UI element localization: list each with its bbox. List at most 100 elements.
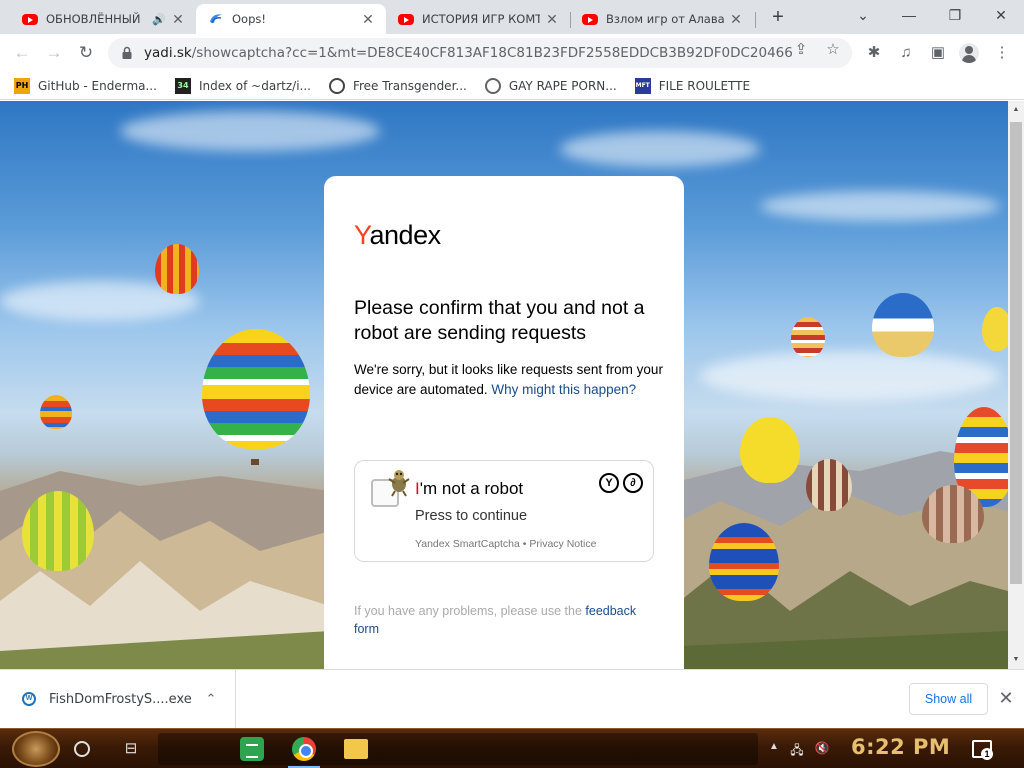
google-sheets-icon[interactable] xyxy=(240,737,264,761)
ph-icon: PH xyxy=(14,77,30,94)
problems-note: If you have any problems, please use the… xyxy=(354,602,654,638)
captcha-card: Yandex Please confirm that you and not a… xyxy=(324,176,684,669)
tab-title: ИСТОРИЯ ИГР КОМТ xyxy=(422,12,540,26)
bookmark-transgender[interactable]: Free Transgender... xyxy=(328,77,467,94)
bookmark-label: Index of ~dartz/i... xyxy=(198,78,311,93)
scrollbar-thumb[interactable] xyxy=(1010,122,1022,584)
close-downloads-icon[interactable]: ✕ xyxy=(996,686,1016,710)
network-icon[interactable]: 🖧 xyxy=(789,741,805,757)
cloud xyxy=(120,111,380,151)
cloud xyxy=(760,191,1000,221)
windows-taskbar: ⊟ ▲ 🖧 🔇 6:22 PM 1 xyxy=(0,728,1024,768)
hot-air-balloon xyxy=(872,293,934,357)
reload-button[interactable]: ↻ xyxy=(74,41,98,65)
file-roulette-icon: MFT xyxy=(634,77,651,94)
not-robot-rest: 'm not a robot xyxy=(419,479,524,498)
cloud xyxy=(700,351,1000,401)
youtube-icon xyxy=(582,14,598,25)
mask-icon xyxy=(328,77,345,94)
smartcaptcha-widget[interactable]: I'm not a robot Press to continue Yandex… xyxy=(354,460,654,562)
download-file-name: FishDomFrostyS....exe xyxy=(49,691,192,707)
address-url[interactable]: yadi.sk/showcaptcha?cc=1&mt=DE8CE40CF813… xyxy=(144,45,794,61)
profile-avatar-icon[interactable] xyxy=(959,43,979,63)
hot-air-balloon xyxy=(202,329,310,449)
task-view-icon[interactable]: ⊟ xyxy=(120,739,142,759)
new-tab-button[interactable]: + xyxy=(768,7,788,28)
youtube-icon xyxy=(398,14,414,25)
bookmark-github[interactable]: PH GitHub - Enderma... xyxy=(14,77,157,94)
tab-title: Взлом игр от Алавар xyxy=(606,12,724,26)
bookmark-star-icon[interactable]: ☆ xyxy=(824,41,842,59)
scroll-up-arrow-icon[interactable]: ▲ xyxy=(1012,106,1020,113)
page-title: Please confirm that you and not a robot … xyxy=(354,297,645,344)
chrome-icon[interactable] xyxy=(292,737,316,761)
tab-title: ОБНОВЛЁННЫЙ xyxy=(46,12,141,26)
hot-air-balloon xyxy=(791,317,825,357)
press-to-continue: Press to continue xyxy=(415,508,528,524)
tab-youtube-3[interactable]: Взлом игр от Алавар ✕ xyxy=(570,4,754,34)
show-all-button[interactable]: Show all xyxy=(909,683,988,715)
yandex-logo: Yandex xyxy=(354,220,441,251)
audio-badge-icon[interactable]: ∂ xyxy=(623,473,643,493)
bookmark-globe[interactable]: GAY RAPE PORN... xyxy=(484,77,617,94)
hot-air-balloon xyxy=(22,491,94,571)
downloads-shelf: W FishDomFrostyS....exe ⌃ Show all ✕ xyxy=(0,669,1024,729)
download-file-icon: W xyxy=(22,692,36,706)
hot-air-balloon xyxy=(709,523,779,601)
lock-icon[interactable] xyxy=(120,46,134,60)
media-control-icon[interactable]: ♫ xyxy=(896,43,916,63)
not-robot-label: I'm not a robot xyxy=(415,479,523,499)
captcha-badges: Y ∂ xyxy=(599,473,643,493)
page-viewport: Yandex Please confirm that you and not a… xyxy=(0,101,1008,669)
hot-air-balloon xyxy=(922,485,984,543)
tab-separator xyxy=(755,12,756,28)
bookmark-label: Free Transgender... xyxy=(352,78,467,93)
cortana-search-icon[interactable] xyxy=(74,741,90,757)
url-path: /showcaptcha?cc=1&mt=DE8CE40CF813AF18C81… xyxy=(191,45,794,61)
scroll-down-arrow-icon[interactable]: ▼ xyxy=(1012,656,1020,663)
back-button[interactable]: ← xyxy=(10,41,34,65)
menu-kebab-icon[interactable]: ⋮ xyxy=(992,43,1012,63)
hot-air-balloon xyxy=(40,395,72,429)
chevron-up-icon[interactable]: ⌃ xyxy=(199,691,223,707)
tab-search-button[interactable]: ⌄ xyxy=(840,4,886,26)
robot-sticker-icon xyxy=(388,470,410,497)
bookmark-file-roulette[interactable]: MFT FILE ROULETTE xyxy=(634,77,750,94)
logo-rest: andex xyxy=(369,220,442,250)
extensions-puzzle-icon[interactable]: ✱ xyxy=(864,43,884,63)
download-item[interactable]: W FishDomFrostyS....exe ⌃ xyxy=(0,670,236,728)
show-hidden-icons-icon[interactable]: ▲ xyxy=(767,741,781,757)
address-bar[interactable]: yadi.sk/showcaptcha?cc=1&mt=DE8CE40CF813… xyxy=(108,38,852,68)
volume-muted-icon[interactable]: 🔇 xyxy=(813,741,831,757)
tab-youtube-2[interactable]: ИСТОРИЯ ИГР КОМТ ✕ xyxy=(386,4,570,34)
side-panel-icon[interactable]: ▣ xyxy=(928,43,948,63)
share-icon[interactable]: ⇪ xyxy=(792,41,810,59)
audio-playing-icon[interactable]: 🔊 xyxy=(152,13,166,26)
browser-toolbar: ← → ↻ yadi.sk/showcaptcha?cc=1&mt=DE8CE4… xyxy=(0,34,1024,72)
close-tab-icon[interactable]: ✕ xyxy=(360,11,376,28)
minimize-button[interactable]: — xyxy=(886,4,932,26)
bookmark-dartz[interactable]: 34 Index of ~dartz/i... xyxy=(174,77,311,94)
hot-air-balloon xyxy=(982,307,1008,351)
balloon-basket xyxy=(251,459,259,465)
cloud xyxy=(560,131,760,167)
forward-button[interactable]: → xyxy=(42,41,66,65)
close-tab-icon[interactable]: ✕ xyxy=(170,11,186,28)
close-tab-icon[interactable]: ✕ xyxy=(544,11,560,28)
file-explorer-icon[interactable] xyxy=(344,739,368,759)
tab-youtube-1[interactable]: ОБНОВЛЁННЫЙ 🔊 ✕ xyxy=(10,4,196,34)
hot-air-balloon xyxy=(155,244,199,294)
why-link[interactable]: Why might this happen? xyxy=(491,382,636,397)
tab-strip: ОБНОВЛЁННЫЙ 🔊 ✕ Oops! ✕ ИСТОРИЯ ИГР КОМТ… xyxy=(0,0,1024,34)
clock[interactable]: 6:22 PM xyxy=(851,735,950,759)
globe-icon xyxy=(484,77,501,94)
smartcaptcha-footer[interactable]: Yandex SmartCaptcha • Privacy Notice xyxy=(415,538,596,550)
restore-button[interactable]: ❐ xyxy=(932,4,978,26)
close-tab-icon[interactable]: ✕ xyxy=(728,11,744,28)
automated-notice: We're sorry, but it looks like requests … xyxy=(354,360,664,400)
bookmark-label: GAY RAPE PORN... xyxy=(508,78,617,93)
tab-oops[interactable]: Oops! ✕ xyxy=(196,4,386,34)
close-window-button[interactable]: ✕ xyxy=(978,4,1024,26)
start-button[interactable] xyxy=(12,731,60,767)
bookmark-label: GitHub - Enderma... xyxy=(38,78,157,93)
